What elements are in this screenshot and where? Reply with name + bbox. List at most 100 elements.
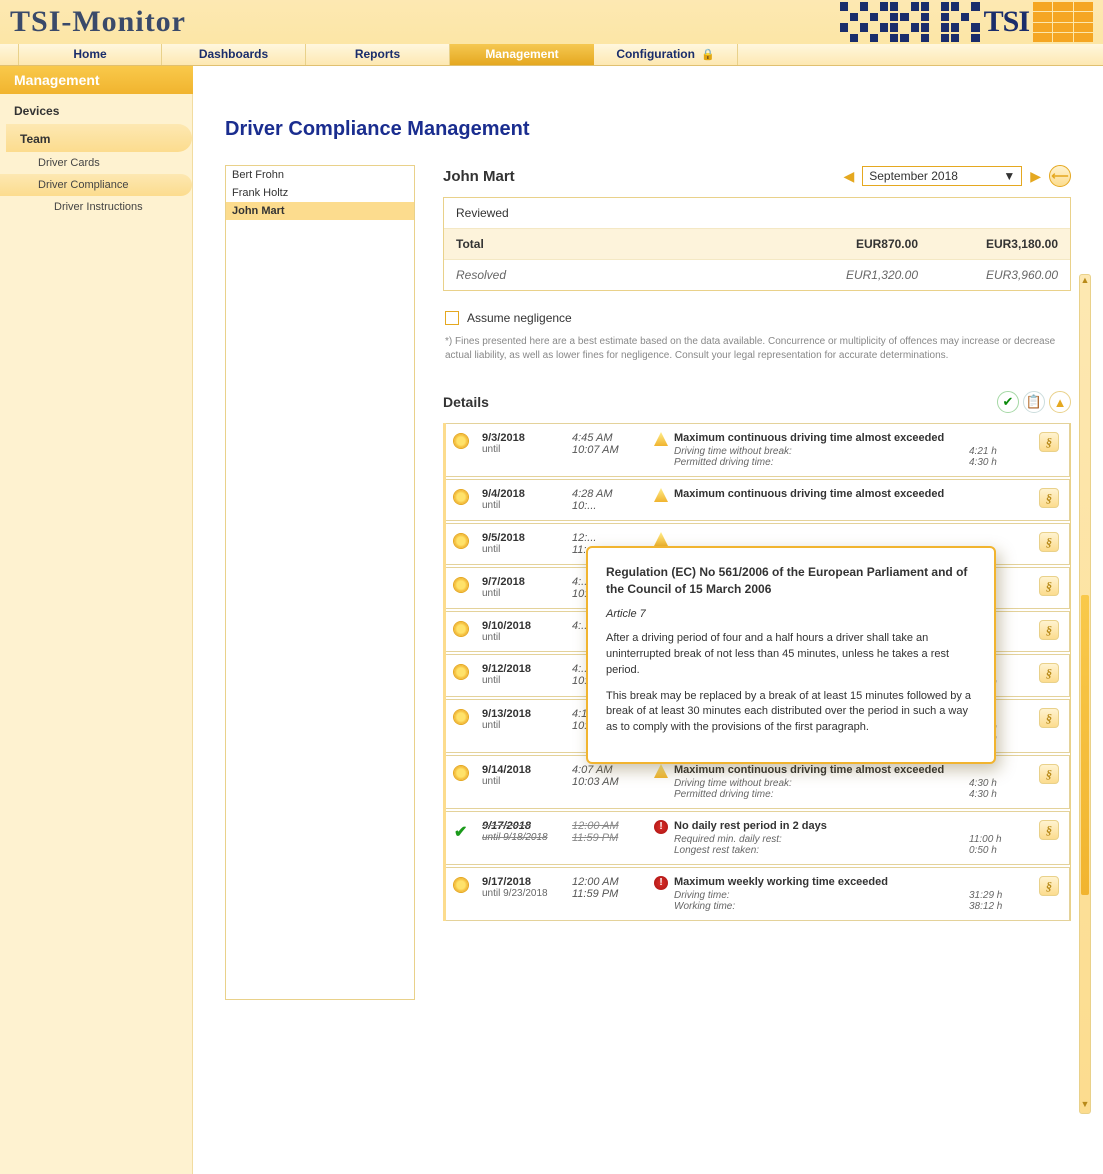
violation-until: until 9/23/2018 — [482, 888, 562, 899]
sun-icon — [454, 434, 468, 448]
violation-until: until 9/18/2018 — [482, 832, 562, 843]
nav-configuration[interactable]: Configuration🔒 — [594, 44, 738, 65]
violation-date: 9/10/2018 — [482, 620, 562, 632]
regulation-button[interactable]: § — [1039, 488, 1059, 508]
driver-name-heading: John Mart — [443, 168, 835, 185]
error-icon: ! — [654, 820, 668, 834]
sidebar-item-driver-cards[interactable]: Driver Cards — [0, 152, 192, 174]
scroll-down-icon[interactable]: ▼ — [1080, 1099, 1090, 1113]
sun-icon — [454, 534, 468, 548]
disclaimer-text: *) Fines presented here are a best estim… — [443, 327, 1071, 391]
metric-label: Longest rest taken: — [674, 845, 969, 856]
metric-value: 4:30 h — [969, 789, 1029, 800]
scroll-thumb[interactable] — [1081, 595, 1089, 895]
metric-value: 11:00 h — [969, 834, 1029, 845]
regulation-button[interactable]: § — [1039, 876, 1059, 896]
regulation-button[interactable]: § — [1039, 764, 1059, 784]
driver-list-item-selected[interactable]: John Mart — [226, 202, 414, 220]
back-button[interactable]: ⟵ — [1049, 165, 1071, 187]
violation-item[interactable]: 9/17/2018until 9/23/201812:00 AM11:59 PM… — [446, 867, 1070, 921]
next-month-icon[interactable]: ▶ — [1030, 168, 1041, 185]
approve-all-button[interactable]: ✔ — [997, 391, 1019, 413]
regulation-button[interactable]: § — [1039, 708, 1059, 728]
metric-label: Driving time without break: — [674, 778, 969, 789]
summary-resolved-col2: EUR1,320.00 — [778, 268, 918, 282]
violation-until: until — [482, 588, 562, 599]
time-end: 10:... — [572, 500, 644, 512]
summary-total-label: Total — [456, 237, 778, 251]
metric-label: Driving time without break: — [674, 446, 969, 457]
sidebar-group-team[interactable]: Team — [6, 124, 192, 152]
sidebar-item-driver-instructions[interactable]: Driver Instructions — [0, 196, 192, 218]
assume-negligence-row[interactable]: Assume negligence — [443, 305, 1071, 327]
time-start: 12:... — [572, 532, 644, 544]
nav-home[interactable]: Home — [18, 44, 162, 65]
metric-value: 4:30 h — [969, 457, 1029, 468]
regulation-button[interactable]: § — [1039, 663, 1059, 683]
time-start: 4:28 AM — [572, 488, 644, 500]
prev-month-icon[interactable]: ◀ — [843, 168, 854, 185]
sun-icon — [454, 622, 468, 636]
time-end: 10:07 AM — [572, 444, 644, 456]
lock-icon: 🔒 — [701, 45, 715, 65]
tooltip-title: Regulation (EC) No 561/2006 of the Europ… — [606, 564, 976, 599]
summary-reviewed-label: Reviewed — [456, 206, 778, 220]
checkbox-icon[interactable] — [445, 311, 459, 325]
summary-resolved-col3: EUR3,960.00 — [918, 268, 1058, 282]
nav-management[interactable]: Management — [450, 44, 594, 65]
regulation-button[interactable]: § — [1039, 620, 1059, 640]
scroll-up-icon[interactable]: ▲ — [1080, 275, 1090, 289]
clipboard-button[interactable]: 📋 — [1023, 391, 1045, 413]
warning-icon — [654, 764, 668, 778]
metric-value: 4:30 h — [969, 778, 1029, 789]
app-title: TSI-Monitor — [10, 5, 186, 39]
metric-value: 0:50 h — [969, 845, 1029, 856]
section-tab: Management — [0, 66, 193, 94]
sidebar-group-devices[interactable]: Devices — [0, 94, 192, 124]
warning-icon — [654, 432, 668, 446]
warning-filter-button[interactable]: ▲ — [1049, 391, 1071, 413]
violation-until: until — [482, 776, 562, 787]
metric-value: 38:12 h — [969, 901, 1029, 912]
driver-list-item[interactable]: Frank Holtz — [226, 184, 414, 202]
vertical-scrollbar[interactable]: ▲ ▼ — [1079, 274, 1091, 1114]
app-header: TSI-Monitor TSI — [0, 0, 1103, 44]
sidebar-item-driver-compliance[interactable]: Driver Compliance — [0, 174, 192, 196]
regulation-button[interactable]: § — [1039, 432, 1059, 452]
nav-dashboards[interactable]: Dashboards — [162, 44, 306, 65]
error-icon: ! — [654, 876, 668, 890]
check-icon: ✔ — [454, 824, 467, 841]
regulation-button[interactable]: § — [1039, 820, 1059, 840]
warning-icon — [654, 532, 668, 546]
summary-total-col3: EUR3,180.00 — [918, 237, 1058, 251]
violation-date: 9/17/2018 — [482, 876, 562, 888]
time-start: 4:45 AM — [572, 432, 644, 444]
details-heading: Details — [443, 394, 993, 410]
detail-list: 9/3/2018until4:45 AM10:07 AMMaximum cont… — [443, 423, 1071, 921]
metric-label: Permitted driving time: — [674, 457, 969, 468]
tooltip-article: Article 7 — [606, 607, 976, 623]
nav-reports[interactable]: Reports — [306, 44, 450, 65]
violation-title: Maximum continuous driving time almost e… — [674, 764, 944, 776]
violation-until: until — [482, 720, 562, 731]
violation-item[interactable]: 9/4/2018until4:28 AM10:...Maximum contin… — [446, 479, 1070, 521]
chevron-down-icon: ▼ — [1003, 169, 1015, 183]
violation-title: Maximum continuous driving time almost e… — [674, 488, 944, 500]
violation-until: until — [482, 444, 562, 455]
regulation-button[interactable]: § — [1039, 576, 1059, 596]
time-start: 4:07 AM — [572, 764, 644, 776]
violation-item[interactable]: 9/3/2018until4:45 AM10:07 AMMaximum cont… — [446, 423, 1070, 477]
metric-label: Required min. daily rest: — [674, 834, 969, 845]
tooltip-paragraph: After a driving period of four and a hal… — [606, 631, 976, 679]
violation-until: until — [482, 675, 562, 686]
violation-title: Maximum continuous driving time almost e… — [674, 432, 944, 444]
violation-item[interactable]: ✔9/17/2018until 9/18/201812:00 AM11:59 P… — [446, 811, 1070, 865]
regulation-button[interactable]: § — [1039, 532, 1059, 552]
brand-logo: TSI — [840, 0, 1093, 44]
month-select[interactable]: September 2018▼ — [862, 166, 1022, 186]
time-start: 12:00 AM — [572, 820, 644, 832]
time-end: 11:59 PM — [572, 888, 644, 900]
metric-label: Permitted driving time: — [674, 789, 969, 800]
driver-list-item[interactable]: Bert Frohn — [226, 166, 414, 184]
main-nav: Home Dashboards Reports Management Confi… — [0, 44, 1103, 66]
